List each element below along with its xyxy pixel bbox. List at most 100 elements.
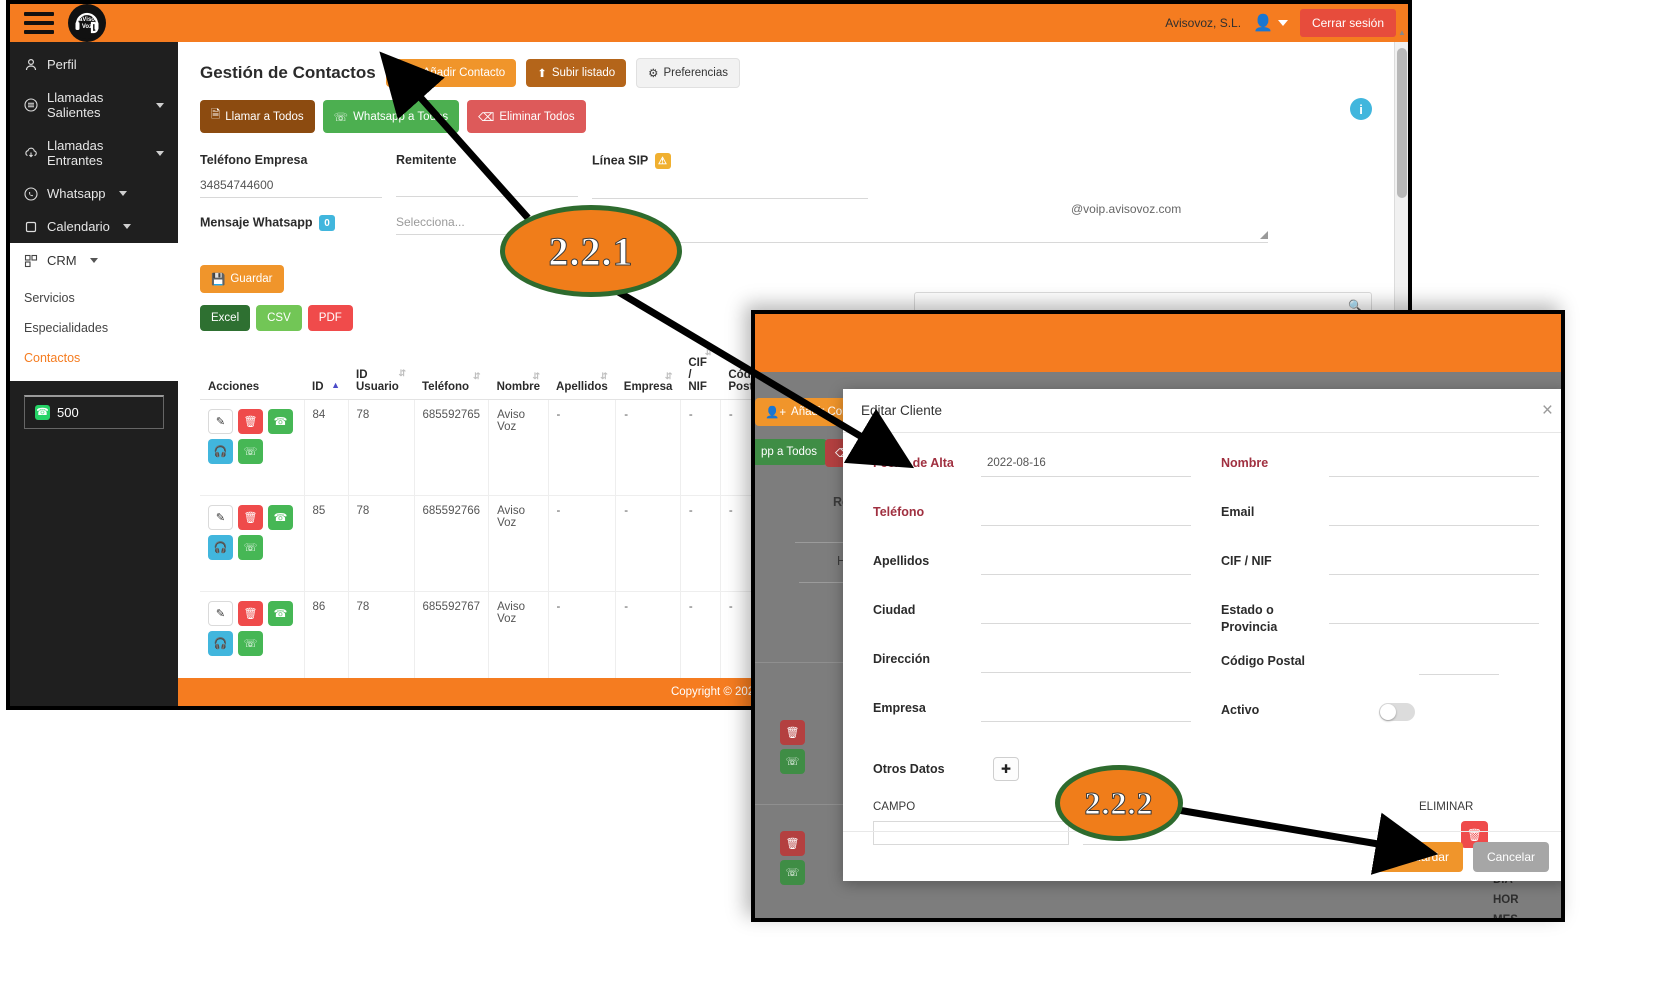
email-input[interactable] [1329,502,1539,526]
remitente-input[interactable] [396,178,578,197]
fecha-de-alta-input[interactable]: 2022-08-16 [981,453,1191,477]
col-cif-nif[interactable]: ⇵ CIF / NIF [680,342,721,400]
save-button[interactable]: 💾 Guardar [200,265,284,293]
linea-sip-input[interactable] [592,180,868,199]
nombre-input[interactable] [1329,453,1539,477]
edit-icon[interactable]: ✎ [208,505,233,530]
field-label: Activo [1221,703,1260,717]
field-label: Estado o Provincia [1221,603,1278,634]
logout-button[interactable]: Cerrar sesión [1299,9,1396,37]
upload-list-button[interactable]: ⬆ Subir listado [526,59,627,87]
phone-icon[interactable]: ☎ [268,505,293,530]
col-id-usuario[interactable]: ⇵ ID Usuario [348,342,414,400]
sidebar-item-servicios[interactable]: Servicios [10,283,178,313]
sidebar-item-especialidades[interactable]: Especialidades [10,313,178,343]
preferences-button[interactable]: ⚙ Preferencias [636,58,741,88]
scrollbar-thumb[interactable] [1397,48,1407,198]
plus-circle-icon[interactable]: ✚ [993,757,1019,781]
add-contact-button[interactable]: 👤+ Añadir Contacto [385,59,517,87]
ghost-whatsapp-all-button[interactable]: pp a Todos [755,439,828,465]
ghost-trash-icon[interactable]: 🗑 [780,720,805,745]
col-nombre[interactable]: ⇵ Nombre [488,342,549,400]
headset-icon[interactable]: 🎧 [208,535,233,560]
edit-icon[interactable]: ✎ [208,409,233,434]
codigo-postal-input[interactable] [1419,651,1499,675]
sort-icon[interactable]: ⇵ [473,372,481,381]
field-label: Empresa [873,701,926,715]
ghost-whatsapp-icon[interactable]: ☏ [780,860,805,885]
sidebar-item-calendario[interactable]: Calendario [10,210,178,243]
sidebar-item-crm[interactable]: CRM [10,243,178,278]
field-label: Email [1221,505,1255,519]
user-menu[interactable]: 👤 [1253,13,1288,33]
trash-icon[interactable]: 🗑 [238,505,263,530]
headset-icon[interactable]: 🎧 [208,631,233,656]
sidebar-item-perfil[interactable]: Perfil [10,48,178,81]
cell-nombre: Aviso Voz [488,399,549,496]
calendar-icon [24,220,38,234]
apellidos-input[interactable] [981,551,1191,575]
whatsapp-message-textarea[interactable] [588,215,1268,243]
ghost-trash-icon[interactable]: 🗑 [780,831,805,856]
col-empresa[interactable]: ⇵ Empresa [615,342,681,400]
sidebar-item-llamadas-entrantes[interactable]: Llamadas Entrantes [10,129,178,177]
modal-save-button[interactable]: ✓ Guardar [1375,841,1463,872]
sidebar-item-contactos[interactable]: Contactos [10,343,178,373]
phone-icon[interactable]: ☎ [268,409,293,434]
sidebar-item-llamadas-salientes[interactable]: Llamadas Salientes [10,81,178,129]
resize-handle-icon[interactable] [1260,231,1268,239]
upload-icon: ⬆ [537,68,547,80]
hamburger-icon[interactable] [24,12,54,34]
col-id[interactable]: ▲ ID [304,342,348,400]
sort-icon[interactable]: ⇵ [705,348,713,357]
sort-icon[interactable]: ⇵ [398,369,406,378]
field-label: Teléfono [873,505,925,519]
col-apellidos[interactable]: ⇵ Apellidos [548,342,616,400]
export-pdf-button[interactable]: PDF [307,305,353,331]
sort-asc-icon[interactable]: ▲ [331,381,340,390]
telefono-input[interactable] [981,502,1191,526]
field-email: Email [1221,502,1539,536]
cell-id-usuario: 78 [347,495,415,592]
empresa-input[interactable] [981,698,1191,722]
activo-toggle[interactable] [1379,703,1415,721]
close-icon[interactable]: × [1542,401,1553,420]
whatsapp-icon [24,186,38,201]
trash-icon[interactable]: 🗑 [238,601,263,626]
headset-icon[interactable]: 🎧 [208,439,233,464]
cell-telefono: 685592765 [413,399,490,496]
cell-id: 86 [303,591,349,688]
telefono-empresa-input[interactable]: 34854744600 [200,178,382,198]
whatsapp-icon[interactable]: ☏ [238,439,263,464]
contacts-table: Acciones ▲ ID ⇵ ID Usuario ⇵ Teléfono ⇵ [200,342,833,706]
sort-icon[interactable]: ⇵ [532,372,540,381]
user-plus-icon: 👤+ [765,407,787,419]
whatsapp-icon[interactable]: ☏ [238,535,263,560]
delete-all-label: Eliminar Todos [499,110,575,123]
whatsapp-icon[interactable]: ☏ [238,631,263,656]
field-label: Teléfono Empresa [200,153,308,167]
edit-icon[interactable]: ✎ [208,601,233,626]
ghost-whatsapp-icon[interactable]: ☏ [780,749,805,774]
direccion-input[interactable] [981,649,1191,673]
modal-cancel-button[interactable]: Cancelar [1472,841,1549,872]
col-telefono[interactable]: ⇵ Teléfono [414,342,489,400]
info-icon[interactable]: i [1350,98,1372,120]
call-all-button[interactable]: 🗎 Llamar a Todos [200,100,315,133]
sort-icon[interactable]: ⇵ [600,372,608,381]
trash-icon[interactable]: 🗑 [238,409,263,434]
edit-client-modal: Editar Cliente × Fecha de Alta 2022-08-1… [843,389,1561,881]
ciudad-input[interactable] [981,600,1191,624]
sort-icon[interactable]: ⇵ [665,372,673,381]
cif-nif-input[interactable] [1329,551,1539,575]
estado-provincia-input[interactable] [1329,600,1539,624]
sidebar-item-whatsapp[interactable]: Whatsapp [10,177,178,210]
phone-icon[interactable]: ☎ [268,601,293,626]
scroll-up-icon[interactable]: ▲ [1398,28,1406,37]
export-csv-button[interactable]: CSV [256,305,302,331]
page-header: Gestión de Contactos 👤+ Añadir Contacto … [200,58,1372,88]
export-excel-button[interactable]: Excel [200,305,251,331]
field-remitente: Remitente [396,153,592,199]
whatsapp-all-button[interactable]: ☏ Whatsapp a Todos [322,100,460,133]
delete-all-button[interactable]: ⌫ Eliminar Todos [467,100,586,133]
